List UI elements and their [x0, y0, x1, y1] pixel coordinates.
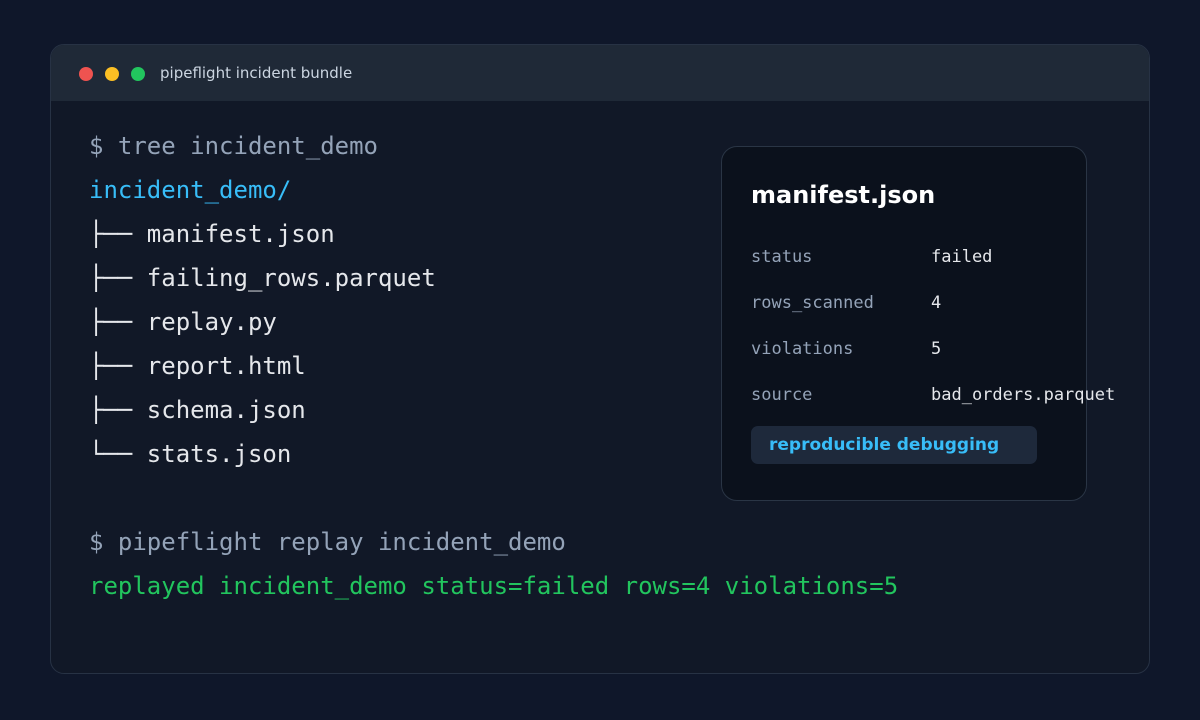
field-value-source: bad_orders.parquet: [931, 385, 1116, 405]
tree-root-directory: incident_demo/: [89, 176, 292, 204]
tree-file-name: manifest.json: [146, 220, 335, 248]
maximize-window-button[interactable]: [131, 67, 145, 81]
window-titlebar: pipeflight incident bundle: [51, 45, 1149, 101]
tree-entry: ├── manifest.json: [89, 218, 335, 250]
field-value-rows-scanned: 4: [931, 293, 942, 313]
command-line-replay: $ pipeflight replay incident_demo: [89, 528, 566, 556]
tree-entry: ├── report.html: [89, 350, 306, 382]
field-value-violations: 5: [931, 339, 942, 359]
tree-file-name: schema.json: [146, 396, 306, 424]
tree-branch-glyph: └──: [89, 440, 147, 468]
reproducible-debugging-badge: reproducible debugging: [751, 426, 1037, 464]
tree-entry: ├── failing_rows.parquet: [89, 262, 436, 294]
tree-file-name: report.html: [146, 352, 306, 380]
tree-branch-glyph: ├──: [89, 352, 147, 380]
tree-branch-glyph: ├──: [89, 220, 147, 248]
close-window-button[interactable]: [79, 67, 93, 81]
field-key-status: status: [751, 247, 813, 267]
tree-entry: ├── replay.py: [89, 306, 277, 338]
tree-branch-glyph: ├──: [89, 308, 147, 336]
tree-branch-glyph: ├──: [89, 264, 147, 292]
window-title: pipeflight incident bundle: [160, 64, 353, 82]
tree-file-name: failing_rows.parquet: [146, 264, 436, 292]
manifest-card-title: manifest.json: [751, 181, 936, 209]
command-line-tree: $ tree incident_demo: [89, 132, 378, 160]
badge-label: reproducible debugging: [769, 435, 1000, 455]
tree-file-name: stats.json: [146, 440, 292, 468]
field-key-rows-scanned: rows_scanned: [751, 293, 874, 313]
field-key-violations: violations: [751, 339, 854, 359]
field-key-source: source: [751, 385, 813, 405]
tree-entry: ├── schema.json: [89, 394, 306, 426]
tree-branch-glyph: ├──: [89, 396, 147, 424]
tree-file-name: replay.py: [146, 308, 277, 336]
minimize-window-button[interactable]: [105, 67, 119, 81]
terminal-window: pipeflight incident bundle $ tree incide…: [50, 44, 1150, 674]
field-value-status: failed: [931, 247, 993, 267]
manifest-card: manifest.json status failed rows_scanned…: [721, 146, 1115, 501]
tree-entry: └── stats.json: [89, 438, 291, 470]
replay-output-line: replayed incident_demo status=failed row…: [89, 572, 899, 600]
